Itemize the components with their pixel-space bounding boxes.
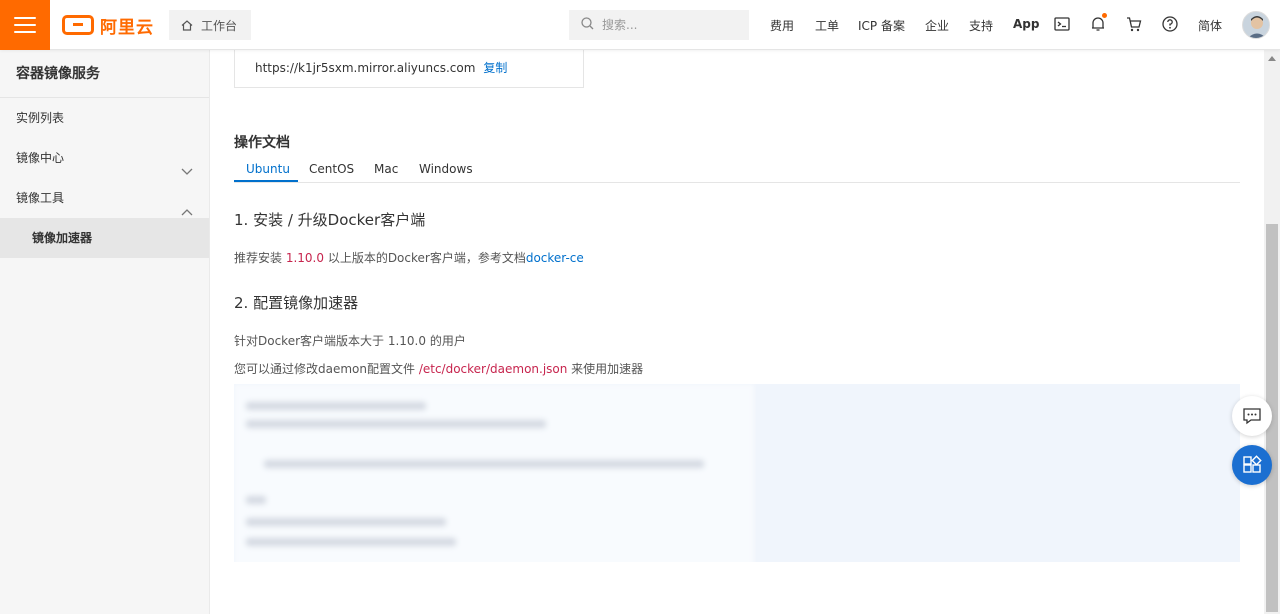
- workbench-button[interactable]: 工作台: [169, 10, 251, 40]
- logo[interactable]: 阿里云: [62, 13, 154, 38]
- tab-ubuntu[interactable]: Ubuntu: [246, 162, 290, 176]
- code-block-blurred: [234, 384, 1240, 574]
- active-tab-indicator: [234, 180, 298, 182]
- tab-windows[interactable]: Windows: [419, 162, 473, 176]
- logo-mark: [62, 15, 94, 35]
- menu-icon[interactable]: [0, 0, 50, 50]
- nav-support[interactable]: 支持: [969, 17, 993, 34]
- scroll-up-arrow-icon[interactable]: [1268, 56, 1276, 61]
- sidebar-title: 容器镜像服务: [0, 50, 209, 98]
- language-switch[interactable]: 简体: [1198, 17, 1222, 34]
- nav-app[interactable]: App: [1013, 17, 1039, 31]
- step2-line1: 针对Docker客户端版本大于 1.10.0 的用户: [234, 334, 466, 348]
- scrollbar[interactable]: [1264, 50, 1280, 614]
- step1-text: 推荐安装 1.10.0 以上版本的Docker客户端，参考文档docker-ce: [234, 249, 584, 266]
- nav-enterprise[interactable]: 企业: [925, 17, 949, 34]
- step1-text-after: 以上版本的Docker客户端，参考文档: [324, 251, 526, 265]
- sidebar-item-accelerator[interactable]: 镜像加速器: [0, 218, 209, 258]
- sidebar-item-label: 镜像加速器: [32, 231, 93, 245]
- step1-text-before: 推荐安装: [234, 251, 286, 265]
- docs-title: 操作文档: [234, 135, 290, 151]
- step1-heading: 1. 安装 / 升级Docker客户端: [234, 211, 426, 229]
- terminal-icon[interactable]: [1053, 15, 1071, 33]
- recommended-version: 1.10.0: [285, 251, 324, 265]
- step2-line2-before: 您可以通过修改daemon配置文件: [234, 362, 419, 376]
- cart-icon[interactable]: [1125, 15, 1143, 33]
- step2-line2-after: 来使用加速器: [567, 362, 644, 376]
- step2-heading: 2. 配置镜像加速器: [234, 294, 359, 312]
- logo-text: 阿里云: [100, 17, 154, 38]
- chat-icon: [1243, 408, 1261, 425]
- blurred-line: [264, 460, 704, 468]
- apps-icon: [1243, 455, 1262, 473]
- nav-billing[interactable]: 费用: [770, 17, 794, 34]
- help-icon[interactable]: [1161, 15, 1179, 33]
- notification-dot: [1102, 13, 1107, 18]
- search-box[interactable]: [569, 10, 749, 40]
- nav-ticket[interactable]: 工单: [815, 17, 839, 34]
- tab-centos[interactable]: CentOS: [309, 162, 354, 176]
- home-icon: [181, 19, 193, 31]
- os-tabs: Ubuntu CentOS Mac Windows: [234, 156, 1240, 183]
- blurred-line: [246, 518, 446, 526]
- copy-button[interactable]: 复制: [483, 59, 507, 76]
- apps-button[interactable]: [1232, 445, 1272, 485]
- sidebar-item-label: 镜像中心: [16, 151, 65, 165]
- docker-ce-link[interactable]: docker-ce: [526, 251, 584, 265]
- workbench-label: 工作台: [201, 18, 238, 33]
- top-bar: 阿里云 工作台 费用 工单 ICP 备案 企业 支持 App 简体: [0, 0, 1280, 50]
- accelerator-address-box: https://k1jr5sxm.mirror.aliyuncs.com 复制: [234, 48, 584, 88]
- sidebar-item-image-center[interactable]: 镜像中心: [0, 138, 209, 178]
- search-icon: [581, 17, 594, 33]
- config-path: /etc/docker/daemon.json: [418, 362, 568, 376]
- blurred-line: [246, 402, 426, 410]
- blurred-line: [246, 496, 266, 504]
- chat-button[interactable]: [1232, 396, 1272, 436]
- step2-line2: 您可以通过修改daemon配置文件 /etc/docker/daemon.jso…: [234, 360, 643, 377]
- main-content: https://k1jr5sxm.mirror.aliyuncs.com 复制 …: [210, 48, 1264, 614]
- bell-icon[interactable]: [1089, 13, 1107, 33]
- blurred-line: [246, 538, 456, 546]
- tab-mac[interactable]: Mac: [374, 162, 398, 176]
- sidebar-item-label: 实例列表: [16, 111, 65, 125]
- sidebar-item-instances[interactable]: 实例列表: [0, 98, 209, 138]
- accelerator-url: https://k1jr5sxm.mirror.aliyuncs.com: [255, 60, 476, 75]
- sidebar-item-label: 镜像工具: [16, 191, 65, 205]
- sidebar: 容器镜像服务 实例列表 镜像中心 镜像工具 镜像加速器: [0, 50, 210, 614]
- search-input[interactable]: [602, 18, 732, 32]
- avatar[interactable]: [1242, 11, 1270, 39]
- nav-icp[interactable]: ICP 备案: [858, 17, 905, 34]
- sidebar-item-image-tools[interactable]: 镜像工具: [0, 178, 209, 218]
- blurred-line: [246, 420, 546, 428]
